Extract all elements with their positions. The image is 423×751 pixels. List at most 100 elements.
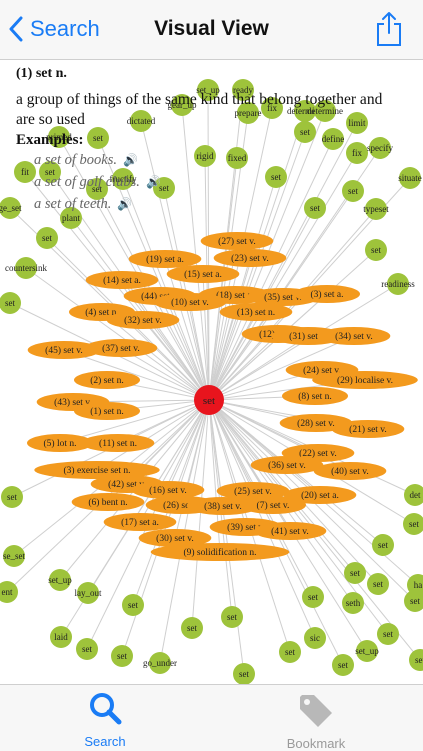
- sense-node[interactable]: (10) set v.: [153, 293, 227, 311]
- word-node[interactable]: set: [122, 594, 144, 616]
- sense-node-label: (19) set a.: [146, 254, 184, 265]
- word-node[interactable]: fit: [14, 161, 36, 183]
- word-node[interactable]: set: [304, 197, 326, 219]
- word-node[interactable]: set: [372, 534, 394, 556]
- word-node[interactable]: set: [294, 121, 316, 143]
- word-node-label: readiness: [381, 279, 415, 289]
- word-node[interactable]: laid: [50, 626, 72, 648]
- tab-search[interactable]: Search: [45, 691, 165, 749]
- sense-node[interactable]: (37) set v.: [84, 339, 158, 357]
- word-node[interactable]: ready: [232, 79, 254, 101]
- sense-node[interactable]: (11) set n.: [81, 434, 155, 452]
- word-node[interactable]: set: [367, 573, 389, 595]
- word-node[interactable]: countersink: [5, 257, 47, 279]
- word-node[interactable]: lay_out: [75, 582, 102, 604]
- word-node[interactable]: typeset: [363, 198, 389, 220]
- word-node-label: fructify: [110, 174, 137, 184]
- word-node-label: typeset: [363, 204, 389, 214]
- word-node[interactable]: set: [36, 227, 58, 249]
- sense-node[interactable]: (32) set v.: [106, 311, 180, 329]
- word-node[interactable]: go_under: [143, 652, 177, 674]
- word-node-label: set: [187, 623, 197, 633]
- sense-node[interactable]: (36) set v.: [250, 456, 324, 474]
- sense-node[interactable]: (23) set v.: [213, 249, 287, 267]
- word-node[interactable]: primed: [46, 126, 72, 148]
- word-node[interactable]: fix: [346, 142, 368, 164]
- word-node[interactable]: fixed: [226, 147, 248, 169]
- sense-node[interactable]: (29) localise v.: [312, 371, 418, 389]
- word-node-label: fit: [21, 167, 29, 177]
- tab-bookmark[interactable]: Bookmark: [256, 691, 376, 751]
- word-node-label: set: [378, 540, 388, 550]
- word-node[interactable]: set: [153, 177, 175, 199]
- word-node[interactable]: set: [342, 180, 364, 202]
- word-node[interactable]: seth: [342, 592, 364, 614]
- sense-node[interactable]: (7) set v.: [240, 496, 306, 514]
- sense-node[interactable]: (6) bent n.: [71, 493, 145, 511]
- word-node[interactable]: set_up: [196, 79, 220, 101]
- word-node[interactable]: set: [221, 606, 243, 628]
- word-node[interactable]: set: [409, 649, 423, 671]
- sense-node[interactable]: (17) set a.: [103, 513, 177, 531]
- word-node[interactable]: prepare: [235, 102, 262, 124]
- sense-node[interactable]: (2) set n.: [74, 371, 140, 389]
- sense-node[interactable]: (19) set a.: [128, 250, 202, 268]
- word-node[interactable]: set: [233, 663, 255, 684]
- word-node[interactable]: rigid: [194, 145, 216, 167]
- word-node[interactable]: set: [265, 166, 287, 188]
- sense-node[interactable]: (27) set v.: [200, 232, 274, 250]
- sense-node[interactable]: (34) set v.: [317, 327, 391, 345]
- word-node[interactable]: dictated: [127, 110, 156, 132]
- word-node-label: ge_set: [0, 203, 22, 213]
- sense-node[interactable]: (16) set v.: [131, 481, 205, 499]
- visual-graph-canvas[interactable]: set_up ready determine dictated gear_up prepa…: [0, 60, 423, 684]
- sense-node-label: (3) set a.: [311, 289, 344, 300]
- sense-node[interactable]: (9) solidification n.: [150, 543, 290, 561]
- word-node[interactable]: set: [86, 178, 108, 200]
- share-icon[interactable]: [375, 11, 403, 47]
- sense-node[interactable]: (14) set a.: [85, 271, 159, 289]
- word-node[interactable]: set_up: [48, 569, 72, 591]
- word-node[interactable]: situate: [398, 167, 422, 189]
- word-node[interactable]: set: [344, 562, 366, 584]
- word-node[interactable]: set: [365, 239, 387, 261]
- word-node[interactable]: gear_up: [168, 94, 197, 116]
- word-node-label: prepare: [235, 108, 262, 118]
- sense-node[interactable]: (8) set n.: [282, 387, 348, 405]
- word-node[interactable]: plant: [60, 207, 82, 229]
- word-node[interactable]: set: [302, 586, 324, 608]
- word-node[interactable]: sic: [304, 627, 326, 649]
- word-node[interactable]: set: [181, 617, 203, 639]
- sense-node[interactable]: (40) set v.: [313, 462, 387, 480]
- word-node[interactable]: specify: [367, 137, 393, 159]
- word-node[interactable]: set: [332, 654, 354, 676]
- word-node[interactable]: define: [322, 128, 345, 150]
- sense-node-label: (15) set a.: [184, 269, 222, 280]
- sense-node[interactable]: (1) set n.: [74, 402, 140, 420]
- word-node[interactable]: set: [0, 292, 21, 314]
- word-node-label: set_up: [196, 85, 220, 95]
- word-node[interactable]: set: [76, 638, 98, 660]
- word-node[interactable]: set: [377, 623, 399, 645]
- sense-node[interactable]: (13) set n.: [219, 303, 293, 321]
- word-node[interactable]: fix: [261, 97, 283, 119]
- word-node[interactable]: fructify: [110, 168, 137, 190]
- center-node[interactable]: set: [194, 385, 224, 415]
- word-node[interactable]: limit: [346, 112, 368, 134]
- sense-node[interactable]: (21) set v.: [331, 420, 405, 438]
- sense-node-label: (36) set v.: [268, 460, 306, 471]
- word-node[interactable]: set: [39, 161, 61, 183]
- word-graph[interactable]: set_up ready determine dictated gear_upprepa…: [0, 60, 423, 684]
- sense-node[interactable]: (3) set a.: [294, 285, 360, 303]
- sense-node[interactable]: (15) set a.: [166, 265, 240, 283]
- word-node[interactable]: set: [111, 645, 133, 667]
- sense-node[interactable]: (41) set v.: [253, 522, 327, 540]
- word-node[interactable]: set: [403, 513, 423, 535]
- word-node[interactable]: se_set: [3, 545, 25, 567]
- word-node-label: set_up: [48, 575, 72, 585]
- word-node[interactable]: set: [279, 641, 301, 663]
- word-node[interactable]: set: [1, 486, 23, 508]
- word-node[interactable]: set_up: [355, 640, 379, 662]
- word-node[interactable]: det: [404, 484, 423, 506]
- word-node[interactable]: set: [87, 127, 109, 149]
